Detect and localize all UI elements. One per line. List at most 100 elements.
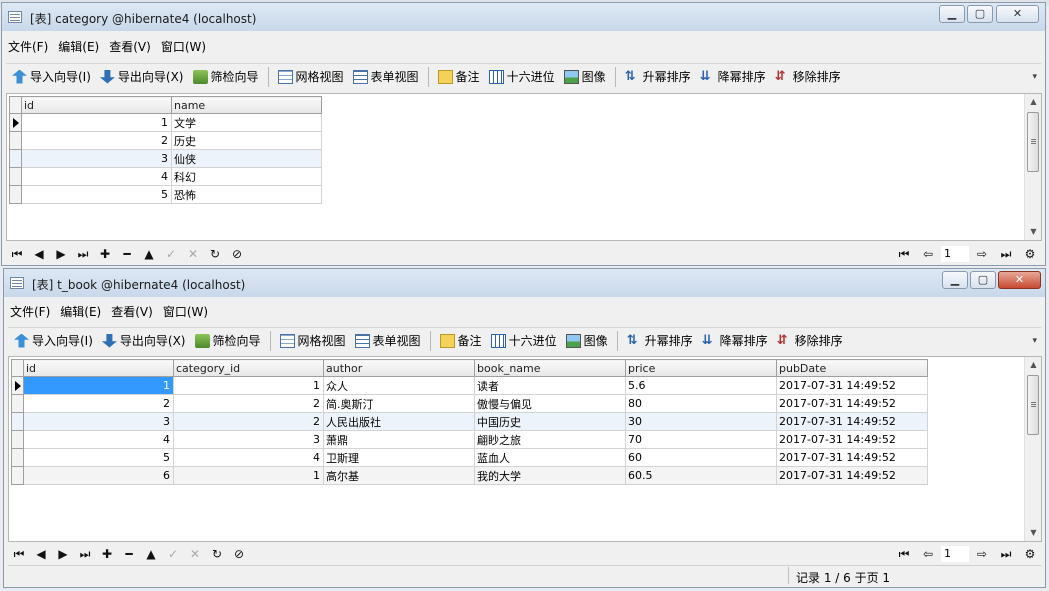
refresh-icon[interactable]: ↻ xyxy=(204,247,226,261)
table-row[interactable]: 5 恐怖 xyxy=(9,185,322,204)
cell-id[interactable]: 3 xyxy=(21,149,172,168)
toolbar-overflow-icon[interactable]: ▾ xyxy=(1032,72,1037,82)
export-wizard-button[interactable]: 导出向导(X) xyxy=(101,332,186,349)
column-header-pubdate[interactable]: pubDate xyxy=(776,359,928,377)
scroll-thumb[interactable] xyxy=(1027,112,1039,172)
last-record-icon[interactable]: ⏭ xyxy=(72,247,94,262)
export-wizard-button[interactable]: 导出向导(X) xyxy=(99,68,184,85)
import-wizard-button[interactable]: 导入向导(I) xyxy=(12,68,91,85)
cell-book-name[interactable]: 蓝血人 xyxy=(474,448,626,467)
cell-pubdate[interactable]: 2017-07-31 14:49:52 xyxy=(776,412,928,431)
cell-name[interactable]: 文学 xyxy=(171,113,322,132)
cell-price[interactable]: 60.5 xyxy=(625,466,777,485)
sort-descending-button[interactable]: ⇊ 降幂排序 xyxy=(702,332,768,349)
column-header-price[interactable]: price xyxy=(625,359,777,377)
first-page-icon[interactable]: ⏮ xyxy=(893,247,915,262)
table-row[interactable]: 3 2 人民出版社 中国历史 30 2017-07-31 14:49:52 xyxy=(11,412,928,431)
minimize-button[interactable]: ▁ xyxy=(939,5,965,23)
stop-icon[interactable]: ⊘ xyxy=(226,247,248,261)
cell-author[interactable]: 高尔基 xyxy=(323,466,475,485)
next-page-icon[interactable]: ⇨ xyxy=(971,247,993,261)
scroll-up-icon[interactable]: ▲ xyxy=(1025,94,1042,110)
cell-book-name[interactable]: 中国历史 xyxy=(474,412,626,431)
import-wizard-button[interactable]: 导入向导(I) xyxy=(14,332,93,349)
vertical-scrollbar[interactable]: ▲ ▼ xyxy=(1024,94,1041,240)
image-button[interactable]: 图像 xyxy=(565,332,608,349)
close-button[interactable]: ✕ xyxy=(996,5,1039,23)
maximize-button[interactable]: ▢ xyxy=(967,5,993,23)
image-button[interactable]: 图像 xyxy=(563,68,606,85)
last-page-icon[interactable]: ⏭ xyxy=(995,547,1017,562)
table-row[interactable]: 1 文学 xyxy=(9,113,322,132)
discard-changes-icon[interactable]: ✕ xyxy=(184,547,206,561)
prior-record-icon[interactable]: ◀ xyxy=(30,547,52,561)
cell-pubdate[interactable]: 2017-07-31 14:49:52 xyxy=(776,430,928,449)
scroll-thumb[interactable] xyxy=(1027,375,1039,435)
cell-name[interactable]: 恐怖 xyxy=(171,185,322,204)
cell-price[interactable]: 5.6 xyxy=(625,376,777,395)
next-page-icon[interactable]: ⇨ xyxy=(971,547,993,561)
form-view-button[interactable]: 表单视图 xyxy=(352,68,419,85)
page-settings-icon[interactable]: ⚙ xyxy=(1019,247,1041,261)
add-record-icon[interactable]: ✚ xyxy=(94,247,116,261)
column-header-category-id[interactable]: category_id xyxy=(173,359,324,377)
page-settings-icon[interactable]: ⚙ xyxy=(1019,547,1041,561)
hex-button[interactable]: 十六进位 xyxy=(488,68,555,85)
cell-author[interactable]: 萧鼎 xyxy=(323,430,475,449)
table-row[interactable]: 4 科幻 xyxy=(9,167,322,186)
grid-view-button[interactable]: 网格视图 xyxy=(277,68,344,85)
cell-price[interactable]: 80 xyxy=(625,394,777,413)
cell-book-name[interactable]: 读者 xyxy=(474,376,626,395)
filter-wizard-button[interactable]: 筛检向导 xyxy=(192,68,259,85)
table-row[interactable]: 1 1 众人 读者 5.6 2017-07-31 14:49:52 xyxy=(11,376,928,395)
menu-view[interactable]: 查看(V) xyxy=(109,38,151,56)
cell-author[interactable]: 众人 xyxy=(323,376,475,395)
scroll-up-icon[interactable]: ▲ xyxy=(1025,357,1042,373)
table-row[interactable]: 4 3 萧鼎 翩眇之旅 70 2017-07-31 14:49:52 xyxy=(11,430,928,449)
title-bar[interactable]: [表] category @hibernate4 (localhost) ▁ ▢… xyxy=(2,3,1045,31)
prior-record-icon[interactable]: ◀ xyxy=(28,247,50,261)
cell-id[interactable]: 6 xyxy=(23,466,174,485)
apply-changes-icon[interactable]: ✓ xyxy=(160,247,182,261)
cell-pubdate[interactable]: 2017-07-31 14:49:52 xyxy=(776,376,928,395)
page-number-input[interactable]: 1 xyxy=(941,246,969,262)
column-header-id[interactable]: id xyxy=(21,96,172,114)
grid-view-button[interactable]: 网格视图 xyxy=(279,332,346,349)
cell-price[interactable]: 70 xyxy=(625,430,777,449)
first-record-icon[interactable]: ⏮ xyxy=(6,247,28,262)
sort-ascending-button[interactable]: ⇅ 升幂排序 xyxy=(625,68,691,85)
memo-button[interactable]: 备注 xyxy=(439,332,482,349)
add-record-icon[interactable]: ✚ xyxy=(96,547,118,561)
cell-category-id[interactable]: 4 xyxy=(173,448,324,467)
cell-pubdate[interactable]: 2017-07-31 14:49:52 xyxy=(776,466,928,485)
edit-record-icon[interactable]: ▲ xyxy=(140,547,162,561)
minimize-button[interactable]: ▁ xyxy=(942,271,968,289)
sort-ascending-button[interactable]: ⇅ 升幂排序 xyxy=(627,332,693,349)
cell-author[interactable]: 人民出版社 xyxy=(323,412,475,431)
cell-id[interactable]: 5 xyxy=(23,448,174,467)
cell-name[interactable]: 仙侠 xyxy=(171,149,322,168)
cell-price[interactable]: 30 xyxy=(625,412,777,431)
form-view-button[interactable]: 表单视图 xyxy=(354,332,421,349)
scroll-down-icon[interactable]: ▼ xyxy=(1025,224,1042,240)
cell-id[interactable]: 2 xyxy=(23,394,174,413)
first-page-icon[interactable]: ⏮ xyxy=(893,547,915,562)
page-number-input[interactable]: 1 xyxy=(941,546,969,562)
filter-wizard-button[interactable]: 筛检向导 xyxy=(194,332,261,349)
cell-pubdate[interactable]: 2017-07-31 14:49:52 xyxy=(776,394,928,413)
cell-price[interactable]: 60 xyxy=(625,448,777,467)
last-record-icon[interactable]: ⏭ xyxy=(74,547,96,562)
hex-button[interactable]: 十六进位 xyxy=(490,332,557,349)
remove-sort-button[interactable]: ⇵ 移除排序 xyxy=(775,68,841,85)
cell-category-id[interactable]: 2 xyxy=(173,394,324,413)
table-row[interactable]: 2 历史 xyxy=(9,131,322,150)
menu-edit[interactable]: 编辑(E) xyxy=(60,303,101,321)
delete-record-icon[interactable]: ━ xyxy=(118,547,140,561)
cell-id[interactable]: 1 xyxy=(21,113,172,132)
cell-author[interactable]: 简.奥斯汀 xyxy=(323,394,475,413)
last-page-icon[interactable]: ⏭ xyxy=(995,247,1017,262)
cell-id[interactable]: 3 xyxy=(23,412,174,431)
maximize-button[interactable]: ▢ xyxy=(970,271,996,289)
cell-id[interactable]: 2 xyxy=(21,131,172,150)
menu-window[interactable]: 窗口(W) xyxy=(163,303,208,321)
